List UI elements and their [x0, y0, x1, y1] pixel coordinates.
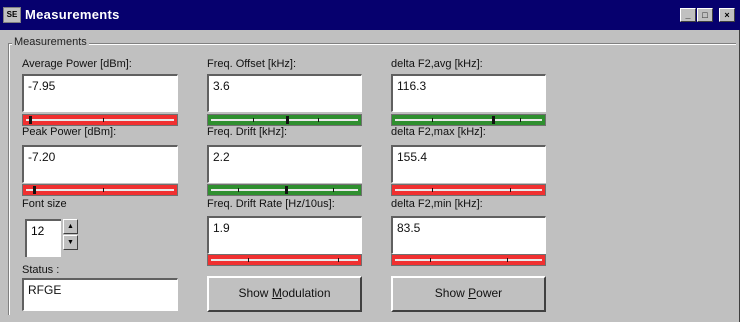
minimize-button[interactable]: _: [680, 8, 696, 22]
peak-power-label: Peak Power [dBm]:: [22, 126, 117, 138]
close-button[interactable]: ×: [719, 8, 735, 22]
freq-drift-rate-field[interactable]: 1.9: [207, 216, 362, 254]
font-size-label: Font size: [22, 198, 67, 210]
maximize-button[interactable]: □: [697, 8, 713, 22]
window-title: Measurements: [25, 7, 120, 22]
show-power-text-rest: ower: [476, 286, 503, 300]
show-power-button[interactable]: Show Power: [391, 276, 546, 312]
delta-min-indicator: [391, 254, 546, 266]
measurements-window: SE Measurements _ □ × Measurements Avera…: [0, 0, 740, 322]
arrow-up-icon: ▲: [67, 223, 74, 230]
freq-drift-rate-indicator: [207, 254, 362, 266]
avg-power-field[interactable]: -7.95: [22, 74, 178, 112]
show-modulation-button[interactable]: Show Modulation: [207, 276, 362, 312]
peak-power-field[interactable]: -7.20: [22, 145, 178, 183]
show-power-text: Show: [434, 286, 469, 300]
app-icon[interactable]: SE: [3, 7, 21, 23]
show-modulation-text: Show: [238, 286, 272, 300]
avg-power-label: Average Power [dBm]:: [22, 58, 132, 70]
maximize-icon: □: [702, 10, 708, 20]
status-field[interactable]: RFGE: [22, 278, 178, 311]
freq-offset-field[interactable]: 3.6: [207, 74, 362, 112]
delta-max-label: delta F2,max [kHz]:: [391, 126, 486, 138]
font-size-field[interactable]: 12: [25, 219, 61, 257]
avg-power-indicator: [22, 114, 178, 126]
delta-min-label: delta F2,min [kHz]:: [391, 198, 483, 210]
minimize-icon: _: [685, 10, 691, 20]
close-icon: ×: [724, 10, 730, 20]
delta-avg-marker: [492, 116, 495, 124]
font-size-down-button[interactable]: ▼: [63, 235, 78, 250]
group-label: Measurements: [12, 36, 89, 48]
avg-power-marker: [29, 116, 32, 124]
delta-max-field[interactable]: 155.4: [391, 145, 546, 183]
freq-drift-rate-label: Freq. Drift Rate [Hz/10us]:: [207, 198, 335, 210]
delta-avg-label: delta F2,avg [kHz]:: [391, 58, 483, 70]
delta-max-indicator: [391, 184, 546, 196]
status-label: Status :: [22, 264, 60, 276]
delta-avg-field[interactable]: 116.3: [391, 74, 546, 112]
peak-power-marker: [33, 186, 36, 194]
freq-drift-field[interactable]: 2.2: [207, 145, 362, 183]
arrow-down-icon: ▼: [67, 239, 74, 246]
freq-offset-indicator: [207, 114, 362, 126]
show-modulation-text-rest: odulation: [281, 286, 331, 300]
show-power-accel: P: [468, 286, 477, 300]
show-modulation-accel: M: [271, 286, 282, 300]
freq-drift-label: Freq. Drift [kHz]:: [207, 126, 288, 138]
peak-power-indicator: [22, 184, 178, 196]
title-bar[interactable]: SE Measurements _ □ ×: [0, 0, 740, 30]
delta-min-field[interactable]: 83.5: [391, 216, 546, 254]
freq-offset-label: Freq. Offset [kHz]:: [207, 58, 297, 70]
delta-avg-indicator: [391, 114, 546, 126]
freq-drift-marker: [285, 186, 288, 194]
freq-drift-indicator: [207, 184, 362, 196]
font-size-up-button[interactable]: ▲: [63, 219, 78, 234]
freq-offset-marker: [286, 116, 289, 124]
